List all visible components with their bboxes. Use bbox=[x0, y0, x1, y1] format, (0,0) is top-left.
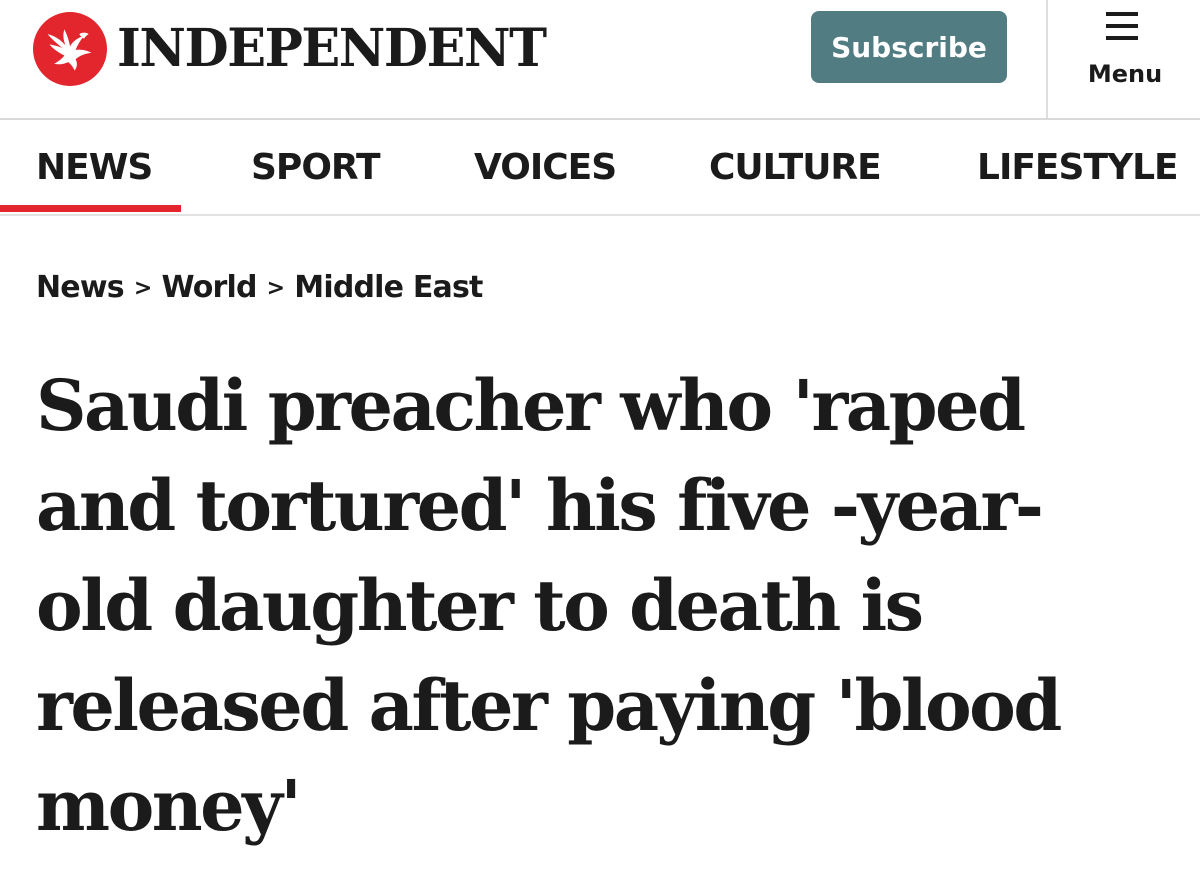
breadcrumb: News > World > Middle East bbox=[36, 266, 483, 313]
logo-wordmark: INDEPENDENT bbox=[117, 18, 547, 79]
hamburger-icon bbox=[1106, 12, 1138, 40]
site-logo[interactable]: INDEPENDENT bbox=[33, 12, 554, 86]
nav-item-news[interactable]: NEWS bbox=[36, 146, 153, 190]
site-header: INDEPENDENT Subscribe Menu bbox=[0, 0, 1200, 118]
headline-line: old daughter to death is bbox=[36, 564, 924, 647]
subscribe-button[interactable]: Subscribe bbox=[811, 11, 1007, 83]
headline-line: and tortured' his five -year- bbox=[36, 464, 1044, 547]
nav-item-voices[interactable]: VOICES bbox=[474, 146, 617, 190]
section-nav: NEWS SPORT VOICES CULTURE LIFESTYLE bbox=[0, 120, 1200, 214]
headline-line: released after paying 'blood bbox=[36, 664, 1062, 747]
nav-item-culture[interactable]: CULTURE bbox=[709, 146, 882, 190]
menu-label: Menu bbox=[1087, 60, 1163, 88]
breadcrumb-world[interactable]: World bbox=[161, 270, 257, 305]
headline-line: money' bbox=[36, 764, 302, 847]
article-headline: Saudi preacher who 'raped and tortured' … bbox=[36, 356, 1156, 856]
header-divider bbox=[1046, 0, 1048, 118]
breadcrumb-news[interactable]: News bbox=[36, 270, 125, 305]
breadcrumb-separator: > bbox=[133, 276, 152, 301]
eagle-icon bbox=[33, 12, 107, 86]
menu-button[interactable]: Menu bbox=[1072, 12, 1184, 96]
breadcrumb-middle-east[interactable]: Middle East bbox=[294, 270, 483, 305]
breadcrumb-separator: > bbox=[266, 276, 285, 301]
active-nav-indicator bbox=[0, 205, 181, 212]
nav-item-sport[interactable]: SPORT bbox=[251, 146, 381, 190]
headline-line: Saudi preacher who 'raped bbox=[36, 364, 1026, 447]
nav-item-lifestyle[interactable]: LIFESTYLE bbox=[977, 146, 1179, 190]
nav-rule bbox=[0, 214, 1200, 216]
